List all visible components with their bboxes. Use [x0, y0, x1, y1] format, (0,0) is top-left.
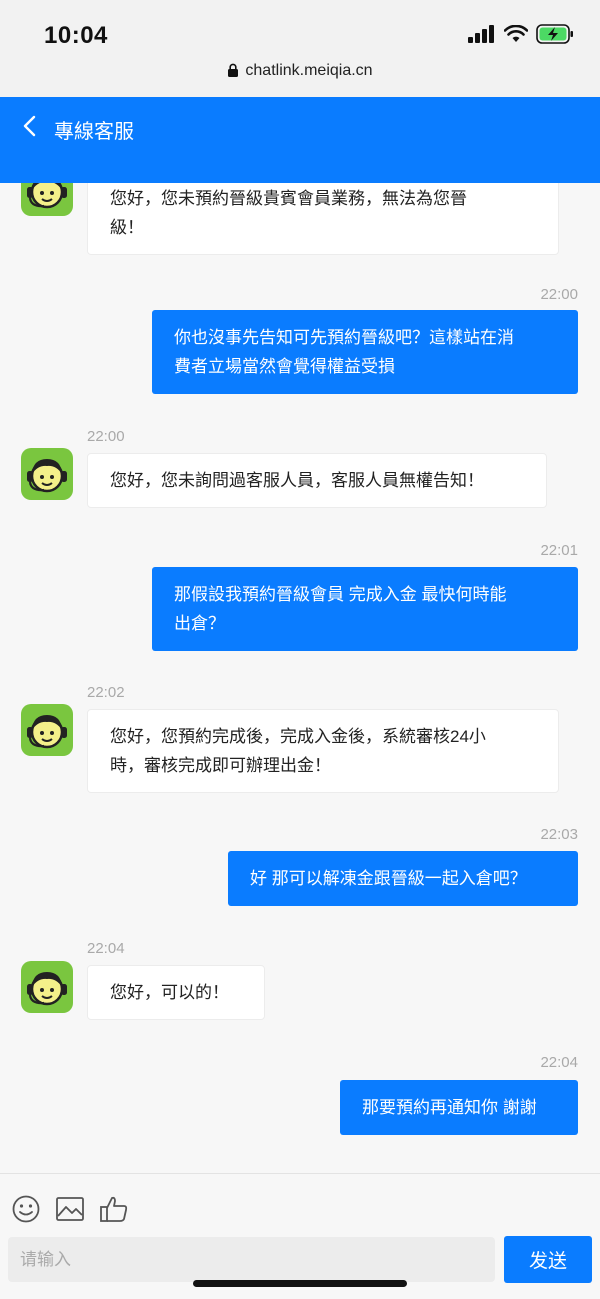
user-message-bubble: 你也沒事先告知可先預約晉級吧？這樣站在消 費者立場當然會覺得權益受損	[152, 310, 578, 394]
status-time: 10:04	[44, 22, 108, 49]
message-timestamp: 22:01	[540, 542, 578, 559]
support-agent-icon	[27, 972, 67, 1006]
message-text-line: 您好，可以的！	[110, 983, 229, 1002]
url-text: chatlink.meiqia.cn	[245, 62, 373, 79]
page-title: 專線客服	[54, 121, 134, 143]
agent-message-bubble: 您好，您未詢問過客服人員，客服人員無權告知！	[87, 453, 547, 508]
message-timestamp: 22:02	[87, 684, 125, 701]
emoji-icon[interactable]	[11, 1194, 41, 1224]
message-text-line: 出倉？	[174, 614, 225, 633]
chat-header: 專線客服	[0, 97, 600, 183]
message-timestamp: 22:03	[540, 826, 578, 843]
message-text-line: 級！	[110, 218, 144, 237]
status-icons	[468, 24, 574, 44]
agent-message-bubble: 您好，可以的！	[87, 965, 265, 1020]
message-timestamp: 22:00	[87, 428, 125, 445]
status-bar: 10:04 chatlink.meiqia.cn	[0, 0, 600, 97]
message-timestamp: 22:04	[540, 1054, 578, 1071]
agent-avatar	[21, 448, 73, 500]
user-message-bubble: 好 那可以解凍金跟晉級一起入倉吧？	[228, 851, 578, 906]
send-button[interactable]: 发送	[504, 1236, 592, 1283]
agent-avatar	[21, 961, 73, 1013]
message-timestamp: 22:00	[540, 286, 578, 303]
wifi-icon	[504, 25, 528, 42]
message-text-line: 你也沒事先告知可先預約晉級吧？這樣站在消	[174, 328, 514, 347]
screen: 10:04 chatlink.meiqia.cn 專線客服 您好，您未預約晉級貴…	[0, 0, 600, 1299]
support-agent-icon	[27, 715, 67, 749]
message-text-line: 時，審核完成即可辦理出金！	[110, 756, 331, 775]
cellular-signal-icon	[468, 25, 494, 43]
image-icon[interactable]	[55, 1194, 85, 1224]
message-text-line: 好 那可以解凍金跟晉級一起入倉吧？	[250, 869, 527, 888]
message-timestamp: 22:04	[87, 940, 125, 957]
thumbs-up-icon[interactable]	[99, 1194, 129, 1224]
user-message-bubble: 那要預約再通知你 謝謝	[340, 1080, 578, 1135]
message-input[interactable]	[8, 1237, 495, 1282]
agent-avatar	[21, 704, 73, 756]
message-text-line: 那假設我預約晉級會員 完成入金 最快何時能	[174, 585, 507, 604]
message-text-line: 您好，您未預約晉級貴賓會員業務，無法為您晉	[110, 189, 467, 208]
support-agent-icon	[27, 183, 67, 209]
lock-icon	[228, 63, 239, 77]
agent-message-bubble: 您好，您預約完成後，完成入金後，系統審核24小 時，審核完成即可辦理出金！	[87, 709, 559, 793]
message-text-line: 您好，您未詢問過客服人員，客服人員無權告知！	[110, 471, 484, 490]
support-agent-icon	[27, 459, 67, 493]
agent-message-bubble: 您好，您未預約晉級貴賓會員業務，無法為您晉 級！	[87, 183, 559, 255]
url-bar[interactable]: chatlink.meiqia.cn	[0, 62, 600, 80]
user-message-bubble: 那假設我預約晉級會員 完成入金 最快何時能 出倉？	[152, 567, 578, 651]
message-list[interactable]: 您好，您未預約晉級貴賓會員業務，無法為您晉 級！ 22:00 你也沒事先告知可先…	[0, 183, 600, 1173]
message-text-line: 您好，您預約完成後，完成入金後，系統審核24小	[110, 727, 486, 746]
back-arrow-icon[interactable]	[20, 115, 42, 137]
home-indicator[interactable]	[193, 1280, 407, 1287]
message-text-line: 費者立場當然會覺得權益受損	[174, 357, 395, 376]
agent-avatar	[21, 183, 73, 216]
battery-charging-icon	[536, 24, 573, 44]
message-text-line: 那要預約再通知你 謝謝	[362, 1098, 537, 1117]
